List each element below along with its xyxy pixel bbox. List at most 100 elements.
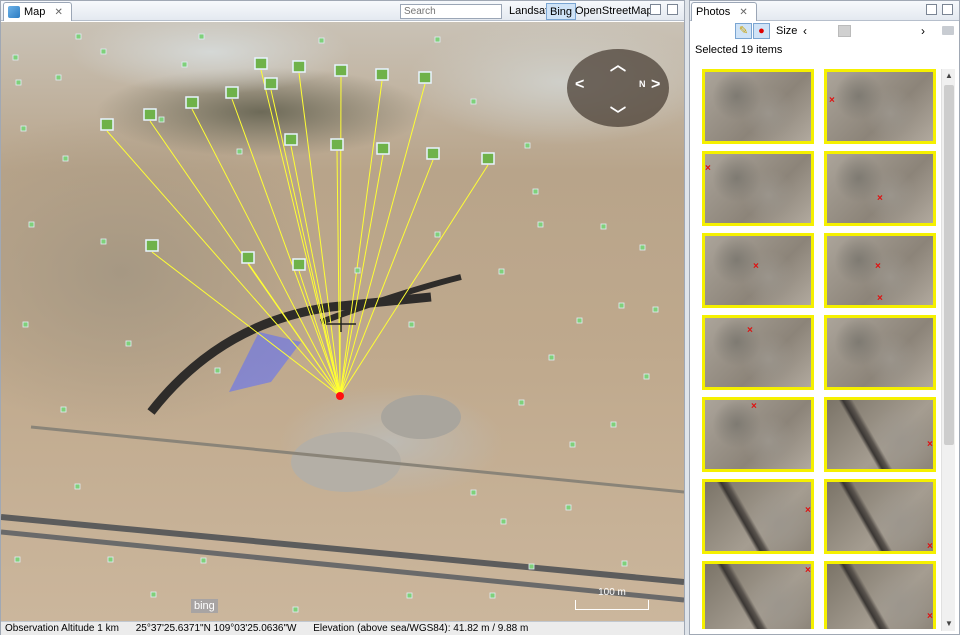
photo-thumbnail[interactable] [824, 315, 936, 390]
minimize-icon[interactable] [650, 4, 661, 15]
chevron-right-icon[interactable]: › [921, 24, 925, 38]
chevron-left-icon[interactable]: ‹ [803, 24, 807, 38]
photo-icon[interactable] [418, 71, 432, 84]
tab-map[interactable]: Map ✕ [3, 2, 72, 21]
layer-openstreetmap-button[interactable]: OpenStreetMap [572, 3, 656, 20]
compass-icon[interactable]: N [639, 79, 646, 89]
photo-thumbnail[interactable]: × × [824, 233, 936, 308]
photo-location-marker[interactable] [565, 504, 572, 511]
photo-icon[interactable] [284, 133, 298, 146]
photo-location-marker[interactable] [618, 302, 625, 309]
photo-icon[interactable] [375, 68, 389, 81]
photo-icon[interactable] [376, 142, 390, 155]
photo-location-marker[interactable] [292, 606, 299, 613]
photo-location-marker[interactable] [524, 142, 531, 149]
record-icon[interactable]: ● [753, 23, 770, 39]
photo-location-marker[interactable] [354, 267, 361, 274]
photo-thumbnail[interactable]: × [824, 151, 936, 226]
photo-location-marker[interactable] [62, 155, 69, 162]
photo-thumbnail[interactable]: × [702, 151, 814, 226]
photo-location-marker[interactable] [470, 98, 477, 105]
photo-location-marker[interactable] [576, 317, 583, 324]
photo-location-marker[interactable] [200, 557, 207, 564]
map-view[interactable]: ︿ ﹀ < > N bing 100 m [1, 22, 684, 621]
scroll-thumb[interactable] [944, 85, 954, 445]
photo-location-marker[interactable] [75, 33, 82, 40]
photo-location-marker[interactable] [14, 556, 21, 563]
photo-location-marker[interactable] [434, 36, 441, 43]
photo-location-marker[interactable] [652, 306, 659, 313]
photo-location-marker[interactable] [532, 188, 539, 195]
photo-location-marker[interactable] [528, 563, 535, 570]
photo-icon[interactable] [145, 239, 159, 252]
photo-location-marker[interactable] [15, 79, 22, 86]
photo-icon[interactable] [292, 258, 306, 271]
chevron-right-icon[interactable]: > [651, 76, 660, 94]
maximize-icon[interactable] [667, 4, 678, 15]
photo-location-marker[interactable] [107, 556, 114, 563]
photo-thumbnail[interactable]: × [702, 479, 814, 554]
photo-location-marker[interactable] [150, 591, 157, 598]
photo-location-marker[interactable] [125, 340, 132, 347]
photo-location-marker[interactable] [20, 125, 27, 132]
photo-location-marker[interactable] [621, 560, 628, 567]
layer-landsat-button[interactable]: Landsat [506, 3, 551, 20]
minimize-icon[interactable] [926, 4, 937, 15]
photo-location-marker[interactable] [55, 74, 62, 81]
photo-location-marker[interactable] [100, 238, 107, 245]
photo-location-marker[interactable] [548, 354, 555, 361]
photo-location-marker[interactable] [236, 148, 243, 155]
chevron-up-icon[interactable]: ︿ [610, 51, 626, 75]
photo-icon[interactable] [225, 86, 239, 99]
photo-location-marker[interactable] [498, 268, 505, 275]
photo-icon[interactable] [143, 108, 157, 121]
close-icon[interactable]: ✕ [54, 7, 62, 18]
photo-location-marker[interactable] [318, 37, 325, 44]
camera-position[interactable] [336, 392, 344, 400]
search-input[interactable] [400, 4, 502, 19]
size-slider[interactable] [838, 25, 851, 37]
photo-location-marker[interactable] [518, 399, 525, 406]
photo-location-marker[interactable] [600, 223, 607, 230]
photo-icon[interactable] [264, 77, 278, 90]
photo-location-marker[interactable] [643, 373, 650, 380]
photo-thumbnail[interactable]: × [702, 315, 814, 390]
photo-location-marker[interactable] [100, 48, 107, 55]
photo-thumbnail[interactable]: × [702, 233, 814, 308]
photo-location-marker[interactable] [610, 421, 617, 428]
photo-location-marker[interactable] [537, 221, 544, 228]
photo-icon[interactable] [330, 138, 344, 151]
photo-location-marker[interactable] [214, 367, 221, 374]
photo-location-marker[interactable] [28, 221, 35, 228]
chevron-down-icon[interactable]: ﹀ [610, 101, 626, 125]
scroll-up-icon[interactable]: ▲ [942, 69, 956, 83]
photo-location-marker[interactable] [181, 61, 188, 68]
photo-location-marker[interactable] [434, 231, 441, 238]
close-icon[interactable]: ✕ [739, 7, 747, 18]
chevron-left-icon[interactable]: < [575, 76, 584, 94]
photo-location-marker[interactable] [198, 33, 205, 40]
photo-thumbnail[interactable]: × [824, 397, 936, 472]
vertical-scrollbar[interactable]: ▲ ▼ [941, 69, 955, 631]
photo-location-marker[interactable] [74, 483, 81, 490]
photo-icon[interactable] [241, 251, 255, 264]
scroll-down-icon[interactable]: ▼ [942, 617, 956, 631]
photo-location-marker[interactable] [22, 321, 29, 328]
photo-icon[interactable] [185, 96, 199, 109]
pen-icon[interactable]: ✎ [735, 23, 752, 39]
photo-icon[interactable] [481, 152, 495, 165]
folder-icon[interactable] [942, 26, 954, 35]
photo-location-marker[interactable] [500, 518, 507, 525]
photo-location-marker[interactable] [470, 489, 477, 496]
photo-location-marker[interactable] [408, 321, 415, 328]
photo-thumbnail[interactable]: × [702, 397, 814, 472]
photo-location-marker[interactable] [406, 592, 413, 599]
photo-location-marker[interactable] [489, 592, 496, 599]
photo-thumbnail[interactable] [702, 69, 814, 144]
photo-thumbnail[interactable]: × [702, 561, 814, 629]
photo-thumbnail[interactable]: × [824, 561, 936, 629]
photo-location-marker[interactable] [639, 244, 646, 251]
photo-icon[interactable] [254, 57, 268, 70]
photo-location-marker[interactable] [569, 441, 576, 448]
maximize-icon[interactable] [942, 4, 953, 15]
